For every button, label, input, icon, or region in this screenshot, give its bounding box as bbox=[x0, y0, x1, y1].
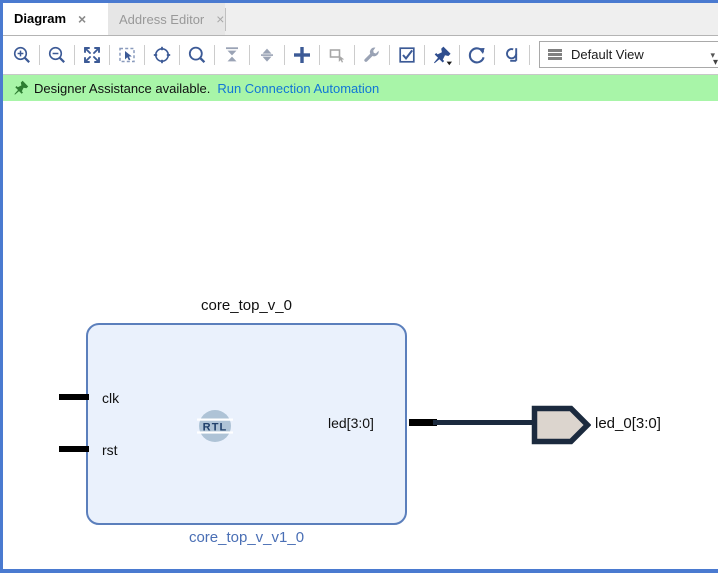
view-select-value: Default View bbox=[571, 47, 644, 62]
toolbar-separator bbox=[39, 45, 40, 65]
add-ip-icon[interactable] bbox=[287, 40, 317, 70]
tab-diagram[interactable]: Diagram × bbox=[3, 3, 108, 35]
diagram-toolbar: Default View ▾ bbox=[3, 36, 718, 75]
zoom-fit-icon[interactable] bbox=[77, 40, 107, 70]
svg-text:RTL: RTL bbox=[203, 421, 228, 433]
toolbar-separator bbox=[529, 45, 530, 65]
external-port-led-0[interactable] bbox=[531, 405, 591, 445]
tab-address-editor-close-icon[interactable]: × bbox=[216, 12, 224, 26]
toolbar-separator bbox=[249, 45, 250, 65]
zoom-area-icon[interactable] bbox=[112, 40, 142, 70]
toolbar-separator bbox=[494, 45, 495, 65]
input-stub-clk[interactable] bbox=[59, 394, 89, 400]
toolbar-separator bbox=[284, 45, 285, 65]
block-instance-name: core_top_v_0 bbox=[86, 297, 407, 314]
add-module-icon[interactable] bbox=[322, 40, 352, 70]
toolbar-separator bbox=[179, 45, 180, 65]
tab-diagram-label: Diagram bbox=[14, 11, 66, 26]
view-select[interactable]: Default View ▾ bbox=[539, 41, 718, 68]
refit-icon[interactable] bbox=[147, 40, 177, 70]
search-icon[interactable] bbox=[182, 40, 212, 70]
tab-address-editor[interactable]: Address Editor × bbox=[108, 3, 225, 35]
toolbar-separator bbox=[214, 45, 215, 65]
external-port-label: led_0[3:0] bbox=[595, 415, 661, 432]
zoom-out-icon[interactable] bbox=[42, 40, 72, 70]
settings-wrench-icon[interactable] bbox=[357, 40, 387, 70]
toolbar-separator bbox=[319, 45, 320, 65]
block-module-name: core_top_v_v1_0 bbox=[86, 529, 407, 546]
toolbar-separator bbox=[354, 45, 355, 65]
toolbar-separator bbox=[144, 45, 145, 65]
tab-diagram-close-icon[interactable]: × bbox=[78, 12, 86, 26]
expand-all-icon[interactable] bbox=[252, 40, 282, 70]
block-design-canvas[interactable]: core_top_v_0 clk rst led[3:0] RTL core_t… bbox=[3, 101, 718, 572]
pin-icon bbox=[12, 79, 30, 97]
input-stub-rst[interactable] bbox=[59, 446, 89, 452]
optimize-icon[interactable] bbox=[497, 40, 527, 70]
hamburger-icon bbox=[548, 49, 562, 60]
toolbar-separator bbox=[424, 45, 425, 65]
zoom-in-icon[interactable] bbox=[7, 40, 37, 70]
tab-strip: Diagram × Address Editor × bbox=[3, 3, 718, 36]
toolbar-separator bbox=[459, 45, 460, 65]
pin-label-clk[interactable]: clk bbox=[102, 390, 119, 406]
tab-divider bbox=[225, 8, 226, 31]
pin-label-rst[interactable]: rst bbox=[102, 442, 118, 458]
regenerate-icon[interactable] bbox=[462, 40, 492, 70]
pin-label-led[interactable]: led[3:0] bbox=[328, 415, 374, 431]
toolbar-separator bbox=[389, 45, 390, 65]
toolbar-separator bbox=[109, 45, 110, 65]
validate-icon[interactable] bbox=[392, 40, 422, 70]
designer-assistance-banner: Designer Assistance available. Run Conne… bbox=[3, 75, 718, 101]
tab-address-editor-label: Address Editor bbox=[119, 12, 204, 27]
collapse-all-icon[interactable] bbox=[217, 40, 247, 70]
run-connection-automation-link[interactable]: Run Connection Automation bbox=[217, 81, 379, 96]
rtl-badge-icon: RTL bbox=[197, 408, 233, 444]
toolbar-separator bbox=[74, 45, 75, 65]
banner-message: Designer Assistance available. bbox=[34, 81, 210, 96]
edge-chevron-down-icon[interactable]: ▾ bbox=[713, 58, 718, 68]
output-wire[interactable] bbox=[433, 420, 537, 425]
pin-icon[interactable] bbox=[427, 40, 457, 70]
diagram-window: Diagram × Address Editor × bbox=[0, 0, 718, 573]
